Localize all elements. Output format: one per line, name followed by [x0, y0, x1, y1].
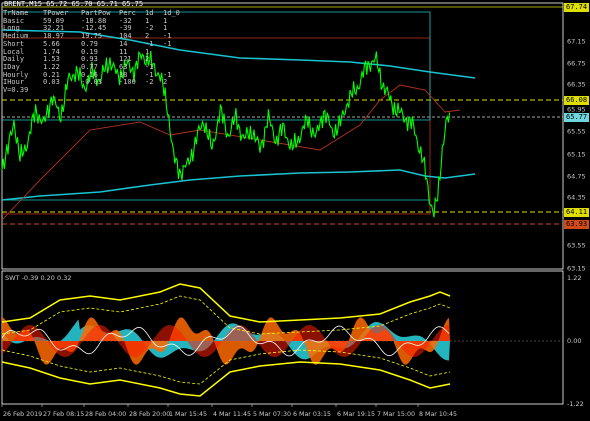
price-axis-label: 64.75	[567, 172, 586, 180]
time-axis-label: 28 Feb 20:00	[129, 411, 170, 418]
terminal-chart-window: 67.7467.1566.7566.3566.0865.9565.7765.55…	[0, 0, 590, 421]
time-axis-label: 7 Mar 15:00	[377, 411, 415, 418]
swt-lower-band	[1, 361, 451, 397]
trend-table-cell: 2	[163, 78, 168, 87]
ohlc-label: 65.72 65.70 65.71 65.75	[46, 0, 144, 8]
price-axis-label: 64.35	[567, 193, 586, 201]
swt-upper-band	[1, 283, 451, 323]
trend-table-footer: V=0.39	[3, 86, 29, 94]
indicator-label: SWT -0.39 0.20 0.32	[5, 274, 72, 282]
time-axis-label: 8 Mar 10:45	[419, 411, 457, 418]
price-tag: 64.11	[564, 207, 590, 217]
slow-ma-upper	[1, 29, 476, 79]
time-axis-label: 1 Mar 15:45	[169, 411, 207, 418]
price-axis-label: 65.55	[567, 127, 586, 135]
trend-table-cell: -100	[119, 78, 136, 87]
time-axis-label: 28 Feb 04:00	[85, 411, 126, 418]
time-axis-label: 6 Mar 03:15	[293, 411, 331, 418]
trend-table-cell: 0.03	[43, 78, 60, 87]
trend-table-cell: -1	[163, 39, 172, 48]
time-axis-label: 6 Mar 19:15	[337, 411, 375, 418]
trend-table-cell: -0.03	[81, 78, 103, 87]
time-axis-label: 26 Feb 2019	[3, 411, 42, 418]
price-tag: 63.93	[564, 219, 590, 229]
symbol-label: BRENT,M15	[4, 0, 42, 8]
price-axis-label: 67.15	[567, 37, 586, 45]
slow-ma-lower	[1, 169, 476, 201]
chart-header: BRENT,M15 65.72 65.70 65.71 65.75	[4, 0, 144, 9]
indicator-axis-label: -1.22	[567, 400, 584, 408]
price-line	[1, 50, 451, 218]
price-axis-label: 63.15	[567, 264, 586, 272]
indicator-axis-label: 0.00	[567, 337, 581, 345]
price-axis-label: 65.15	[567, 150, 586, 158]
indicator-axis-label: 1.22	[567, 274, 581, 282]
price-axis-label: 66.35	[567, 80, 586, 88]
price-tag: 65.77	[564, 112, 590, 122]
time-axis-label: 27 Feb 08:15	[43, 411, 84, 418]
price-axis-label: 66.75	[567, 59, 586, 67]
time-axis-label: 5 Mar 07:30	[253, 411, 291, 418]
price-axis-label: 63.55	[567, 241, 586, 249]
time-axis-label: 4 Mar 11:45	[213, 411, 251, 418]
price-tag: 66.08	[564, 95, 590, 105]
price-tag: 67.74	[564, 2, 590, 12]
trend-table-cell: -2	[145, 78, 154, 87]
